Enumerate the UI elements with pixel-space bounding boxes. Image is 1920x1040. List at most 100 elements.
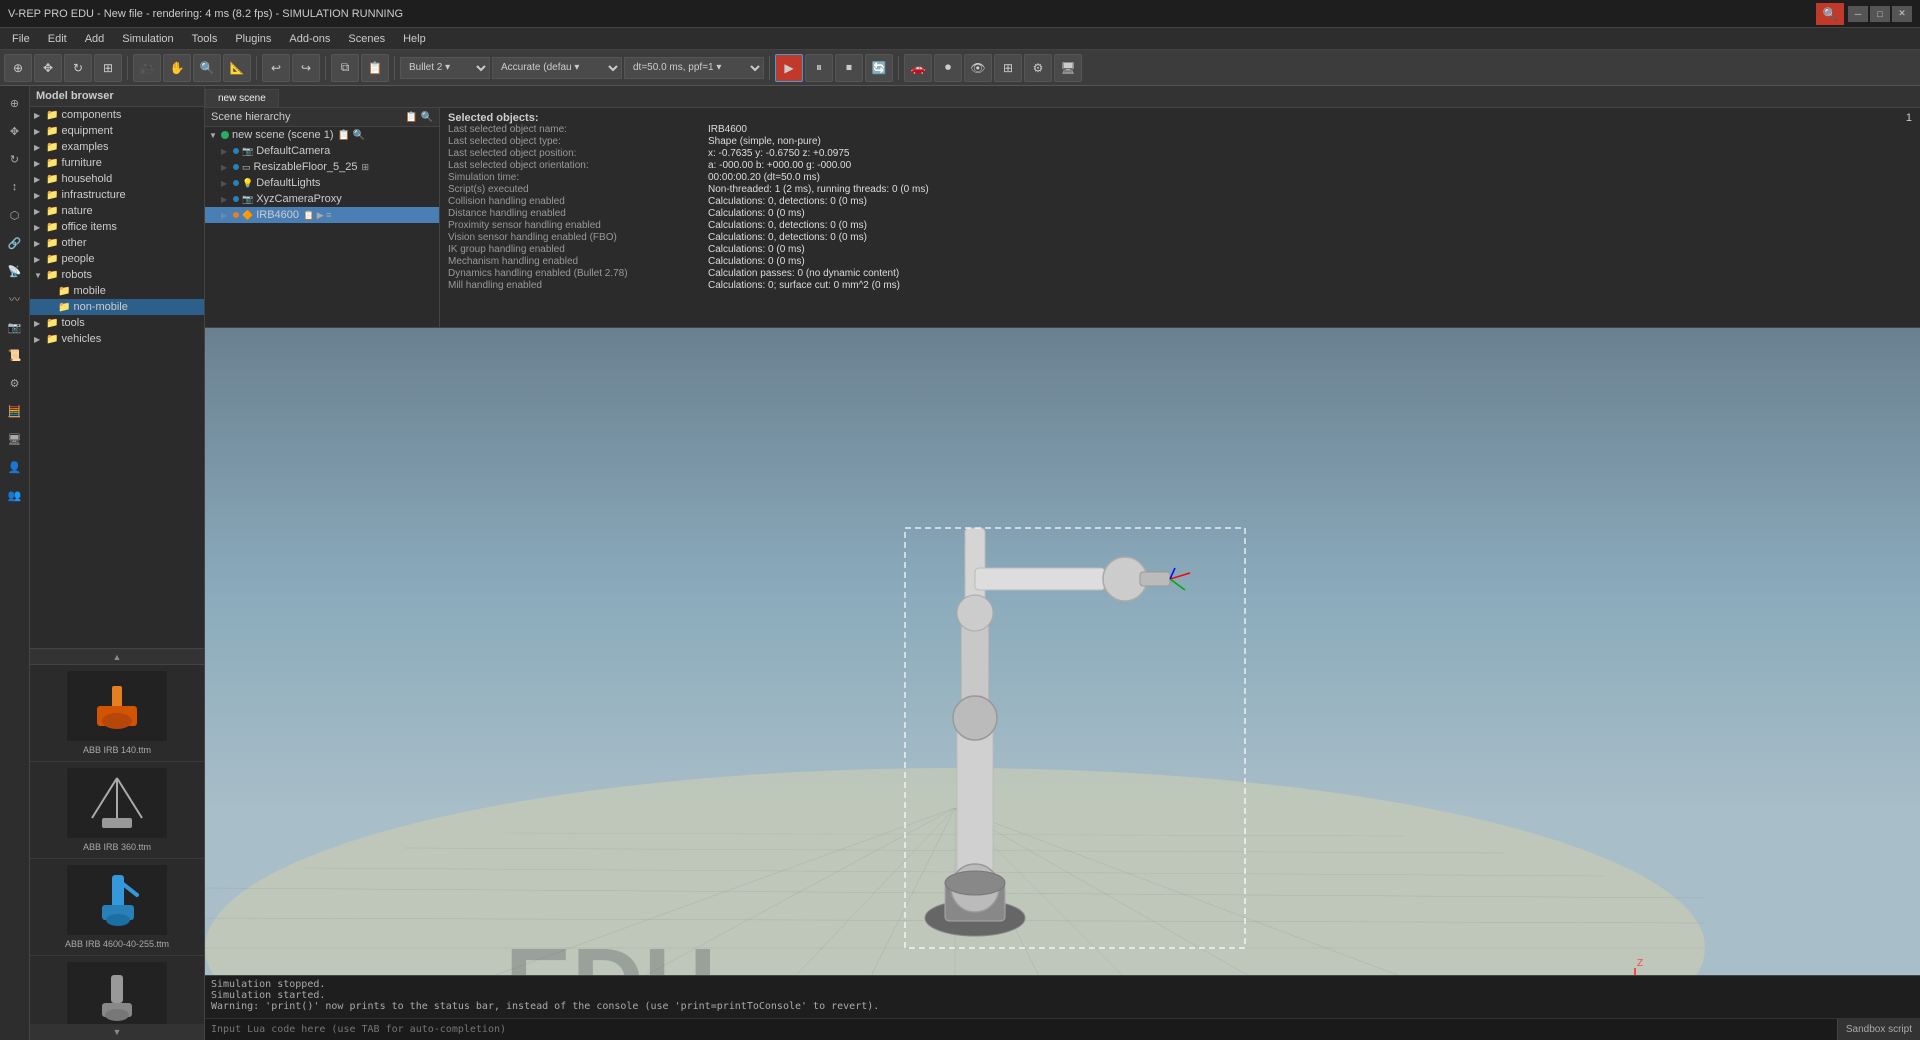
model-browser-header: Model browser — [30, 86, 204, 107]
thumb-scroll-down[interactable]: ▼ — [30, 1024, 204, 1040]
tool-cam-zoom[interactable]: 🔍 — [193, 54, 221, 82]
sidebar-icon-shapes[interactable]: ⬡ — [2, 202, 28, 228]
info-label-7: Distance handling enabled — [448, 208, 708, 219]
menubar: File Edit Add Simulation Tools Plugins A… — [0, 28, 1920, 50]
thumbnail-item-3[interactable]: ABB IRB ... — [30, 956, 204, 1024]
sim-grid[interactable]: ⊞ — [994, 54, 1022, 82]
sidebar-icon-scripts[interactable]: 📜 — [2, 342, 28, 368]
tool-redo[interactable]: ↪ — [292, 54, 320, 82]
sidebar-icon-rotate[interactable]: ↻ — [2, 146, 28, 172]
info-label-2: Last selected object position: — [448, 148, 708, 159]
sidebar-icon-paths[interactable]: 〰 — [2, 286, 28, 312]
tool-select[interactable]: ⊕ — [4, 54, 32, 82]
tree-item-people[interactable]: ▶📁people — [30, 251, 204, 267]
model-thumbnails: ABB IRB 140.ttmABB IRB 360.ttmABB IRB 46… — [30, 664, 204, 1024]
menu-help[interactable]: Help — [395, 31, 434, 47]
accuracy-select[interactable]: Accurate (defau ▾ — [492, 57, 622, 79]
tree-item-mobile[interactable]: 📁mobile — [30, 283, 204, 299]
scene-tab-new[interactable]: new scene — [205, 89, 279, 107]
sidebar-icon-user[interactable]: 👤 — [2, 454, 28, 480]
info-row-7: Distance handling enabledCalculations: 0… — [448, 208, 1912, 219]
sidebar-icon-sensors[interactable]: 📡 — [2, 258, 28, 284]
scene-node-xyzcameraproxy[interactable]: ▶📷XyzCameraProxy — [205, 191, 439, 207]
tree-item-nature[interactable]: ▶📁nature — [30, 203, 204, 219]
scene-hierarchy-icon1[interactable]: 📋 — [405, 112, 417, 123]
menu-file[interactable]: File — [4, 31, 38, 47]
sidebar-icon-move[interactable]: ✥ — [2, 118, 28, 144]
timestep-select[interactable]: dt=50.0 ms, ppf=1 ▾ — [624, 57, 764, 79]
menu-addons[interactable]: Add-ons — [281, 31, 338, 47]
tree-item-equipment[interactable]: ▶📁equipment — [30, 123, 204, 139]
menu-plugins[interactable]: Plugins — [227, 31, 279, 47]
scene-node-defaultlights[interactable]: ▶💡DefaultLights — [205, 175, 439, 191]
sim-calc[interactable]: 🖥 — [1054, 54, 1082, 82]
tool-scale[interactable]: ⊞ — [94, 54, 122, 82]
sandbox-script-button[interactable]: Sandbox script — [1837, 1019, 1920, 1040]
sidebar-icon-dynamics[interactable]: ⚙ — [2, 370, 28, 396]
scene-node-resizablefloor_5_25[interactable]: ▶▭ResizableFloor_5_25⊞ — [205, 159, 439, 175]
sidebar-icon-scale[interactable]: ↕ — [2, 174, 28, 200]
close-button[interactable]: ✕ — [1892, 6, 1912, 22]
sim-loop[interactable]: 🔄 — [865, 54, 893, 82]
sidebar-icon-display[interactable]: 🖥 — [2, 426, 28, 452]
search-button[interactable]: 🔍 — [1816, 3, 1844, 25]
info-row-2: Last selected object position:x: -0.7635… — [448, 148, 1912, 159]
info-value-7: Calculations: 0 (0 ms) — [708, 208, 805, 219]
tree-item-tools[interactable]: ▶📁tools — [30, 315, 204, 331]
scene-tree[interactable]: ▼new scene (scene 1)📋 🔍▶📷DefaultCamera▶▭… — [205, 127, 439, 327]
sidebar-icon-calculations[interactable]: 🧮 — [2, 398, 28, 424]
sim-settings[interactable]: ⚙ — [1024, 54, 1052, 82]
menu-scenes[interactable]: Scenes — [340, 31, 393, 47]
tree-item-non-mobile[interactable]: 📁non-mobile — [30, 299, 204, 315]
tool-cam-angle[interactable]: 📐 — [223, 54, 251, 82]
sim-stop[interactable]: ⏹ — [835, 54, 863, 82]
selected-objects-header: Selected objects: 1 — [448, 112, 1912, 124]
tool-rotate[interactable]: ↻ — [64, 54, 92, 82]
tool-paste[interactable]: 📋 — [361, 54, 389, 82]
menu-simulation[interactable]: Simulation — [114, 31, 181, 47]
sidebar-icon-cameras[interactable]: 📷 — [2, 314, 28, 340]
viewport-3d[interactable]: EDU Y X Z — [205, 328, 1920, 975]
sim-car[interactable]: 🚗 — [904, 54, 932, 82]
console-input[interactable] — [205, 1019, 1837, 1040]
tree-item-office-items[interactable]: ▶📁office items — [30, 219, 204, 235]
tree-item-household[interactable]: ▶📁household — [30, 171, 204, 187]
sim-record[interactable]: ⏺ — [934, 54, 962, 82]
tool-move[interactable]: ✥ — [34, 54, 62, 82]
thumbnail-item-2[interactable]: ABB IRB 4600-40-255.ttm — [30, 859, 204, 956]
thumbnail-item-0[interactable]: ABB IRB 140.ttm — [30, 665, 204, 762]
scene-hierarchy-icon2[interactable]: 🔍 — [421, 112, 433, 123]
tree-item-robots[interactable]: ▼📁robots — [30, 267, 204, 283]
tree-item-components[interactable]: ▶📁components — [30, 107, 204, 123]
menu-tools[interactable]: Tools — [184, 31, 226, 47]
scene-root[interactable]: ▼new scene (scene 1)📋 🔍 — [205, 127, 439, 143]
tool-cam-orbit[interactable]: 🎥 — [133, 54, 161, 82]
console-area: Simulation stopped.Simulation started.Wa… — [205, 975, 1920, 1040]
tree-item-infrastructure[interactable]: ▶📁infrastructure — [30, 187, 204, 203]
menu-add[interactable]: Add — [77, 31, 113, 47]
tree-item-furniture[interactable]: ▶📁furniture — [30, 155, 204, 171]
thumbnail-item-1[interactable]: ABB IRB 360.ttm — [30, 762, 204, 859]
app-title: V-REP PRO EDU - New file - rendering: 4 … — [8, 8, 403, 20]
thumb-scroll-up[interactable]: ▲ — [30, 648, 204, 664]
tool-undo[interactable]: ↩ — [262, 54, 290, 82]
tool-copy[interactable]: ⧉ — [331, 54, 359, 82]
model-tree[interactable]: ▶📁components▶📁equipment▶📁examples▶📁furni… — [30, 107, 204, 648]
tree-item-other[interactable]: ▶📁other — [30, 235, 204, 251]
scene-node-defaultcamera[interactable]: ▶📷DefaultCamera — [205, 143, 439, 159]
sidebar-icon-joints[interactable]: 🔗 — [2, 230, 28, 256]
sim-pause[interactable]: ⏸ — [805, 54, 833, 82]
tree-item-examples[interactable]: ▶📁examples — [30, 139, 204, 155]
sim-eye[interactable]: 👁 — [964, 54, 992, 82]
menu-edit[interactable]: Edit — [40, 31, 75, 47]
console-log-line: Warning: 'print()' now prints to the sta… — [211, 1001, 1914, 1012]
sim-pointer[interactable]: ▶ — [775, 54, 803, 82]
scene-node-irb4600[interactable]: ▶🔶IRB4600📋 ▶ ≡ — [205, 207, 439, 223]
physics-engine-select[interactable]: Bullet 2 ▾ — [400, 57, 490, 79]
tool-cam-pan[interactable]: ✋ — [163, 54, 191, 82]
sidebar-icon-group[interactable]: 👥 — [2, 482, 28, 508]
sidebar-icon-select[interactable]: ⊕ — [2, 90, 28, 116]
maximize-button[interactable]: □ — [1870, 6, 1890, 22]
tree-item-vehicles[interactable]: ▶📁vehicles — [30, 331, 204, 347]
minimize-button[interactable]: ─ — [1848, 6, 1868, 22]
